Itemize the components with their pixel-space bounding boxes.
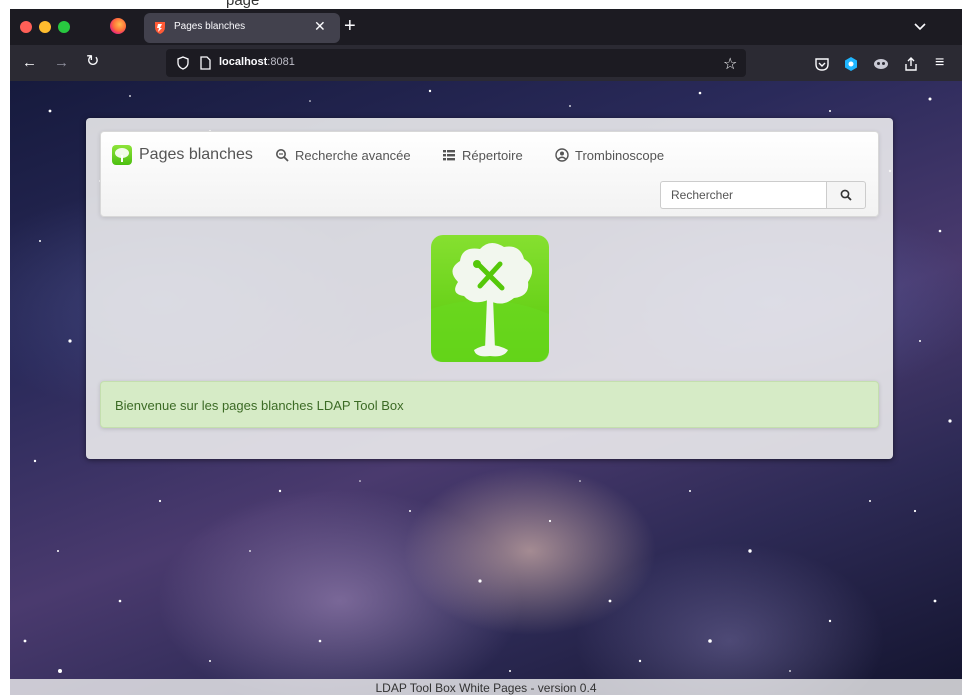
footer: LDAP Tool Box White Pages - version 0.4	[10, 679, 962, 695]
app-navbar: Pages blanches Recherche avancée Réperto…	[100, 131, 879, 217]
pocket-icon[interactable]	[814, 56, 830, 72]
welcome-message: Bienvenue sur les pages blanches LDAP To…	[115, 398, 404, 413]
nav-advanced-search-label: Recherche avancée	[295, 147, 411, 163]
nav-directory-label: Répertoire	[462, 147, 523, 163]
share-icon[interactable]	[903, 56, 919, 72]
firefox-view-icon[interactable]	[110, 18, 126, 34]
search-icon	[840, 189, 852, 201]
bookmark-star-icon[interactable]: ☆	[723, 54, 737, 74]
back-arrow-icon[interactable]: ←	[22, 54, 37, 72]
nav-advanced-search[interactable]: Recherche avancée	[275, 146, 411, 164]
nav-photo-board-label: Trombinoscope	[575, 147, 665, 163]
search-form	[660, 181, 866, 209]
hamburger-menu-icon[interactable]: ≡	[935, 54, 944, 72]
url-host: localhost	[219, 56, 268, 68]
brand-text: Pages blanches	[139, 146, 253, 163]
top-caption-fragment: page	[226, 0, 260, 9]
browser-toolbar: ← → ↻ localhost:8081 ☆ ≡	[10, 45, 962, 81]
url-text[interactable]: localhost:8081	[219, 56, 295, 68]
tab-title: Pages blanches	[174, 21, 246, 32]
page-info-icon[interactable]	[199, 56, 211, 70]
page-content: Pages blanches Recherche avancée Réperto…	[10, 81, 962, 695]
main-card: Pages blanches Recherche avancée Réperto…	[86, 118, 893, 459]
nav-directory[interactable]: Répertoire	[442, 146, 523, 164]
tab-bar: Pages blanches ✕ +	[10, 9, 962, 45]
url-bar[interactable]: localhost:8081 ☆	[166, 49, 746, 77]
forward-arrow-icon[interactable]: →	[54, 54, 69, 72]
search-button[interactable]	[826, 181, 866, 209]
new-tab-button[interactable]: +	[344, 15, 356, 37]
reload-icon[interactable]: ↻	[86, 53, 99, 71]
tracking-shield-icon[interactable]	[176, 56, 190, 70]
browser-window: Pages blanches ✕ + ← → ↻ localhost:8081 …	[10, 9, 962, 695]
chevron-down-icon[interactable]	[912, 18, 928, 34]
mask-icon[interactable]	[873, 56, 889, 72]
extension-icon[interactable]	[843, 56, 859, 72]
user-circle-icon	[555, 148, 569, 162]
white-pages-tree-logo	[431, 235, 549, 362]
tab-close-icon[interactable]: ✕	[314, 18, 326, 35]
ltb-favicon-icon	[155, 22, 165, 34]
close-window-button[interactable]	[20, 21, 32, 33]
tree-logo-icon	[112, 145, 132, 165]
list-icon	[443, 150, 455, 161]
tab-pages-blanches[interactable]: Pages blanches ✕	[144, 13, 340, 43]
zoom-search-icon	[276, 149, 289, 162]
welcome-alert: Bienvenue sur les pages blanches LDAP To…	[100, 381, 879, 428]
url-port: :8081	[267, 56, 295, 68]
maximize-window-button[interactable]	[58, 21, 70, 33]
brand-link[interactable]: Pages blanches	[112, 144, 253, 166]
minimize-window-button[interactable]	[39, 21, 51, 33]
search-input[interactable]	[660, 181, 826, 209]
top-caption-strip: page	[0, 0, 962, 9]
nav-photo-board[interactable]: Trombinoscope	[555, 146, 664, 164]
footer-text: LDAP Tool Box White Pages - version 0.4	[375, 681, 597, 695]
